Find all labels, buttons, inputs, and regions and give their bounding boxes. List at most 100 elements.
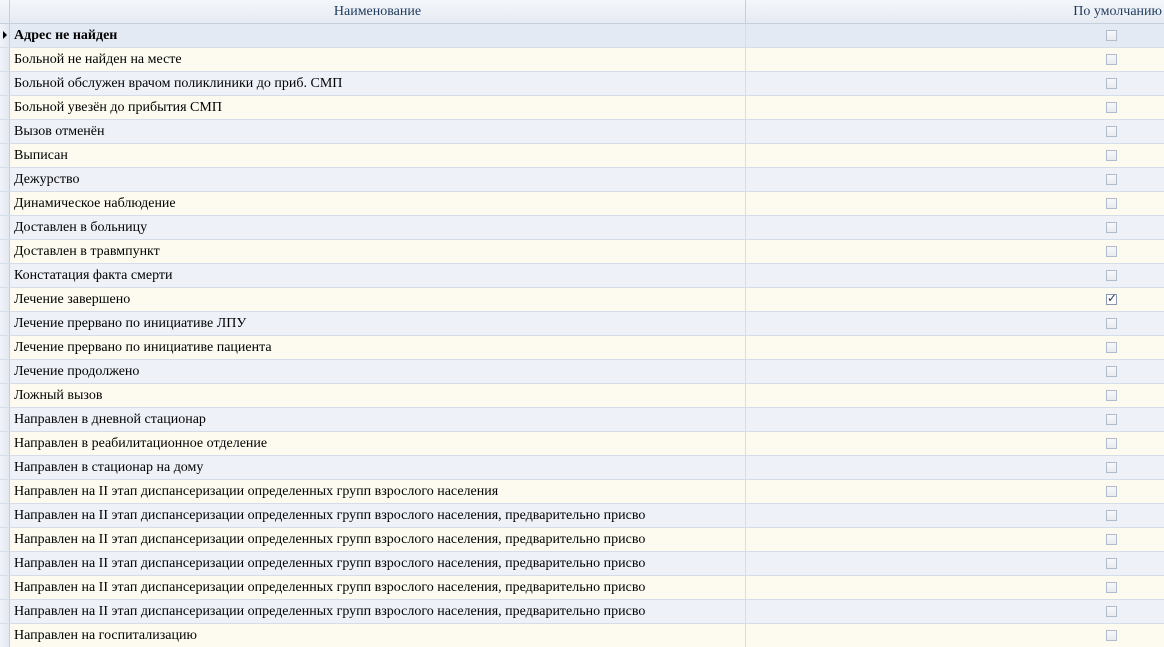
table-row[interactable]: Направлен на II этап диспансеризации опр… [0, 576, 1164, 600]
row-name-cell[interactable]: Вызов отменён [10, 120, 746, 143]
row-name-cell[interactable]: Лечение прервано по инициативе пациента [10, 336, 746, 359]
default-checkbox[interactable] [1106, 222, 1117, 233]
row-indicator[interactable] [0, 408, 10, 431]
row-name-cell[interactable]: Направлен на госпитализацию [10, 624, 746, 647]
default-checkbox[interactable] [1106, 78, 1117, 89]
row-indicator[interactable] [0, 288, 10, 311]
row-indicator[interactable] [0, 240, 10, 263]
table-row[interactable]: Ложный вызов [0, 384, 1164, 408]
row-indicator[interactable] [0, 312, 10, 335]
row-indicator[interactable] [0, 600, 10, 623]
row-indicator[interactable] [0, 384, 10, 407]
default-checkbox[interactable] [1106, 198, 1117, 209]
table-row[interactable]: Направлен в дневной стационар [0, 408, 1164, 432]
row-name-cell[interactable]: Доставлен в больницу [10, 216, 746, 239]
default-checkbox[interactable] [1106, 30, 1117, 41]
default-checkbox[interactable] [1106, 318, 1117, 329]
table-row[interactable]: Лечение продолжено [0, 360, 1164, 384]
default-checkbox[interactable] [1106, 246, 1117, 257]
row-indicator[interactable] [0, 192, 10, 215]
table-row[interactable]: Адрес не найден [0, 24, 1164, 48]
default-checkbox[interactable] [1106, 366, 1117, 377]
table-row[interactable]: Больной обслужен врачом поликлиники до п… [0, 72, 1164, 96]
default-checkbox[interactable] [1106, 102, 1117, 113]
row-name-cell[interactable]: Больной увезён до прибытия СМП [10, 96, 746, 119]
default-checkbox[interactable] [1106, 342, 1117, 353]
table-row[interactable]: Направлен в стационар на дому [0, 456, 1164, 480]
table-row[interactable]: Выписан [0, 144, 1164, 168]
row-name-cell[interactable]: Динамическое наблюдение [10, 192, 746, 215]
row-name-cell[interactable]: Адрес не найден [10, 24, 746, 47]
table-row[interactable]: Направлен на II этап диспансеризации опр… [0, 480, 1164, 504]
row-indicator[interactable] [0, 264, 10, 287]
table-row[interactable]: Направлен на госпитализацию [0, 624, 1164, 647]
table-row[interactable]: Направлен на II этап диспансеризации опр… [0, 552, 1164, 576]
default-checkbox[interactable] [1106, 510, 1117, 521]
default-checkbox[interactable] [1106, 390, 1117, 401]
row-name-cell[interactable]: Направлен в реабилитационное отделение [10, 432, 746, 455]
row-name-cell[interactable]: Выписан [10, 144, 746, 167]
table-row[interactable]: Доставлен в больницу [0, 216, 1164, 240]
row-name-cell[interactable]: Направлен на II этап диспансеризации опр… [10, 552, 746, 575]
row-name-cell[interactable]: Лечение завершено [10, 288, 746, 311]
table-row[interactable]: Направлен в реабилитационное отделение [0, 432, 1164, 456]
row-name-cell[interactable]: Констатация факта смерти [10, 264, 746, 287]
row-name-cell[interactable]: Доставлен в травмпункт [10, 240, 746, 263]
row-name-cell[interactable]: Направлен на II этап диспансеризации опр… [10, 504, 746, 527]
default-checkbox[interactable] [1106, 606, 1117, 617]
row-indicator[interactable] [0, 336, 10, 359]
row-name-cell[interactable]: Направлен на II этап диспансеризации опр… [10, 528, 746, 551]
row-indicator[interactable] [0, 360, 10, 383]
row-indicator[interactable] [0, 480, 10, 503]
table-row[interactable]: Больной не найден на месте [0, 48, 1164, 72]
default-checkbox[interactable] [1106, 534, 1117, 545]
row-indicator[interactable] [0, 456, 10, 479]
column-header-default[interactable]: По умолчанию [746, 0, 1164, 23]
row-name-cell[interactable]: Лечение продолжено [10, 360, 746, 383]
row-name-cell[interactable]: Больной не найден на месте [10, 48, 746, 71]
table-row[interactable]: Доставлен в травмпункт [0, 240, 1164, 264]
table-row[interactable]: Направлен на II этап диспансеризации опр… [0, 504, 1164, 528]
default-checkbox[interactable] [1106, 126, 1117, 137]
table-row[interactable]: Лечение прервано по инициативе ЛПУ [0, 312, 1164, 336]
row-name-cell[interactable]: Направлен на II этап диспансеризации опр… [10, 600, 746, 623]
table-row[interactable]: Направлен на II этап диспансеризации опр… [0, 528, 1164, 552]
table-row[interactable]: Динамическое наблюдение [0, 192, 1164, 216]
default-checkbox[interactable] [1106, 558, 1117, 569]
row-indicator[interactable] [0, 552, 10, 575]
row-name-cell[interactable]: Направлен в стационар на дому [10, 456, 746, 479]
default-checkbox[interactable]: ✓ [1106, 291, 1117, 305]
row-indicator[interactable] [0, 168, 10, 191]
row-indicator[interactable] [0, 576, 10, 599]
row-name-cell[interactable]: Направлен на II этап диспансеризации опр… [10, 576, 746, 599]
table-row[interactable]: Дежурство [0, 168, 1164, 192]
row-indicator[interactable] [0, 96, 10, 119]
default-checkbox[interactable] [1106, 438, 1117, 449]
table-row[interactable]: Направлен на II этап диспансеризации опр… [0, 600, 1164, 624]
default-checkbox[interactable] [1106, 54, 1117, 65]
default-checkbox[interactable] [1106, 486, 1117, 497]
row-name-cell[interactable]: Больной обслужен врачом поликлиники до п… [10, 72, 746, 95]
default-checkbox[interactable] [1106, 630, 1117, 641]
default-checkbox[interactable] [1106, 174, 1117, 185]
row-name-cell[interactable]: Лечение прервано по инициативе ЛПУ [10, 312, 746, 335]
row-indicator[interactable] [0, 624, 10, 647]
row-indicator[interactable] [0, 120, 10, 143]
default-checkbox[interactable] [1106, 414, 1117, 425]
table-row[interactable]: Вызов отменён [0, 120, 1164, 144]
row-indicator[interactable] [0, 504, 10, 527]
default-checkbox[interactable] [1106, 582, 1117, 593]
column-header-name[interactable]: Наименование [10, 0, 746, 23]
row-indicator[interactable] [0, 528, 10, 551]
row-indicator[interactable] [0, 72, 10, 95]
row-indicator[interactable] [0, 144, 10, 167]
row-indicator[interactable] [0, 24, 10, 47]
row-name-cell[interactable]: Ложный вызов [10, 384, 746, 407]
default-checkbox[interactable] [1106, 462, 1117, 473]
row-name-cell[interactable]: Направлен на II этап диспансеризации опр… [10, 480, 746, 503]
row-name-cell[interactable]: Направлен в дневной стационар [10, 408, 746, 431]
default-checkbox[interactable] [1106, 270, 1117, 281]
table-row[interactable]: Лечение завершено ✓ [0, 288, 1164, 312]
row-indicator[interactable] [0, 216, 10, 239]
row-indicator[interactable] [0, 432, 10, 455]
